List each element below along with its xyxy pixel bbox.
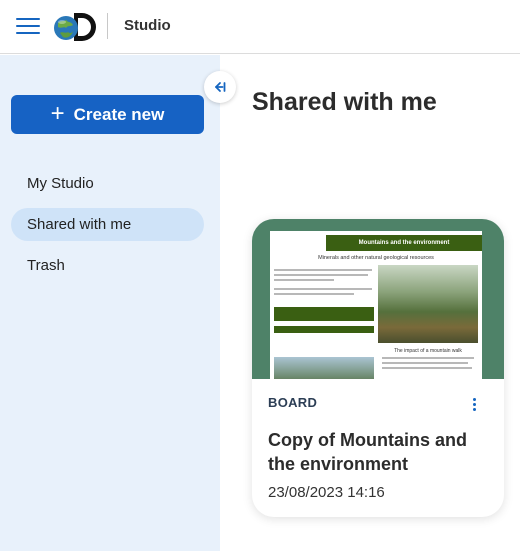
- mountain-image: [274, 357, 374, 379]
- board-card[interactable]: Mountains and the environment Minerals a…: [252, 219, 504, 517]
- discovery-logo-icon[interactable]: [52, 11, 100, 43]
- mountain-image: [378, 265, 478, 343]
- thumbnail-heading: Mountains and the environment: [326, 235, 482, 251]
- thumbnail-callout: [274, 307, 374, 321]
- sidebar-item-label: Shared with me: [27, 216, 132, 233]
- sidebar: + Create new My Studio Shared with me Tr…: [0, 55, 220, 551]
- thumbnail-section-title: The impact of a mountain walk: [394, 348, 462, 354]
- header-divider: [107, 13, 108, 39]
- collapse-sidebar-button[interactable]: [204, 71, 236, 103]
- app-name: Studio: [124, 17, 171, 34]
- thumbnail-callout: [274, 326, 374, 333]
- sidebar-item-label: Trash: [27, 257, 65, 274]
- plus-icon: +: [50, 99, 65, 127]
- board-thumbnail: Mountains and the environment Minerals a…: [252, 219, 504, 379]
- sidebar-item-trash[interactable]: Trash: [11, 249, 204, 282]
- card-date: 23/08/2023 14:16: [268, 484, 385, 501]
- thumbnail-document: Mountains and the environment Minerals a…: [270, 231, 482, 379]
- sidebar-item-label: My Studio: [27, 175, 94, 192]
- more-vertical-icon[interactable]: [464, 395, 484, 413]
- thumbnail-subheading: Minerals and other natural geological re…: [318, 255, 434, 261]
- page-title: Shared with me: [252, 88, 437, 116]
- hamburger-menu-icon[interactable]: [16, 17, 40, 35]
- create-new-label: Create new: [73, 104, 165, 124]
- collapse-left-arrow-icon: [215, 82, 226, 92]
- sidebar-item-shared-with-me[interactable]: Shared with me: [11, 208, 204, 241]
- sidebar-item-my-studio[interactable]: My Studio: [11, 167, 204, 200]
- card-type-label: BOARD: [268, 395, 318, 410]
- create-new-button[interactable]: + Create new: [11, 95, 204, 134]
- top-bar: Studio: [0, 0, 520, 54]
- card-title: Copy of Mountains and the environment: [268, 430, 467, 474]
